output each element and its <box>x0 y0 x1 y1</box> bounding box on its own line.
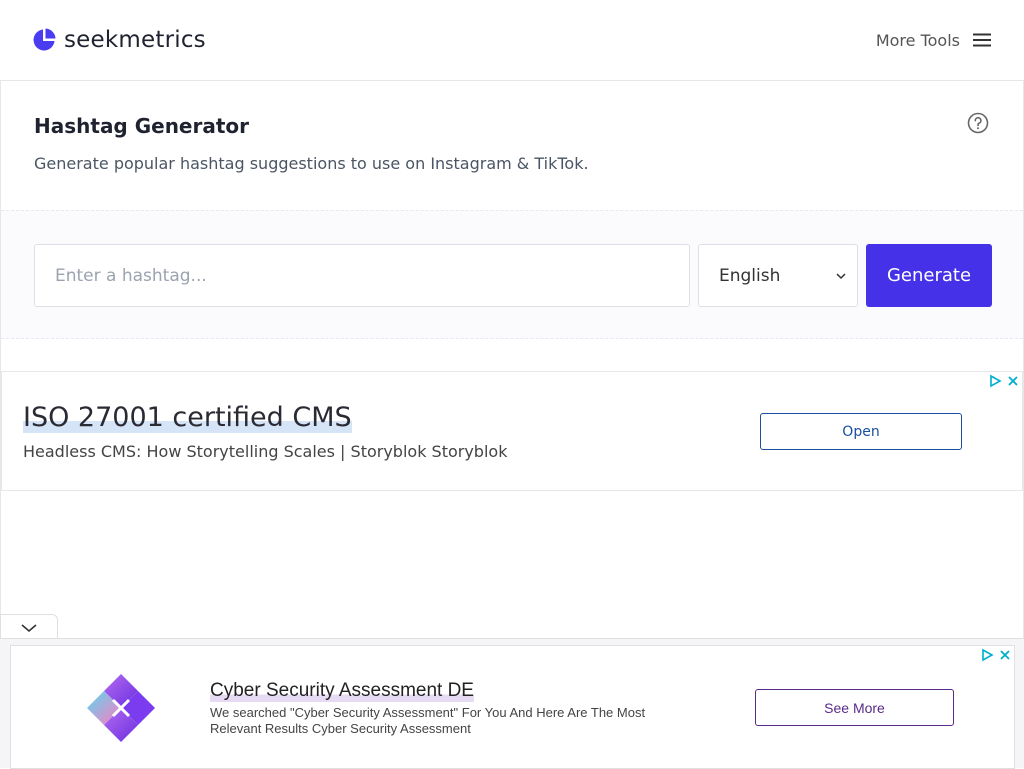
close-icon[interactable] <box>998 648 1012 662</box>
generate-button[interactable]: Generate <box>866 244 992 307</box>
ad-controls <box>988 374 1020 388</box>
page-subtitle: Generate popular hashtag suggestions to … <box>34 154 589 173</box>
page-title: Hashtag Generator <box>34 114 250 138</box>
ad-open-button[interactable]: Open <box>760 413 962 450</box>
ad-banner-top[interactable]: ISO 27001 certified CMS Headless CMS: Ho… <box>1 371 1023 491</box>
brand-logo[interactable]: seekmetrics <box>32 27 206 53</box>
adchoices-icon[interactable] <box>980 648 994 662</box>
ad-see-more-button[interactable]: See More <box>755 689 954 726</box>
hashtag-generator-card: Hashtag Generator Generate popular hasht… <box>0 80 1024 640</box>
pie-chart-icon <box>33 28 56 51</box>
chevron-down-icon <box>836 272 846 279</box>
ad-description: Headless CMS: How Storytelling Scales | … <box>23 442 508 461</box>
language-selected-value: English <box>719 265 781 286</box>
ad-headline[interactable]: Cyber Security Assessment DE <box>210 680 474 702</box>
brand-name: seekmetrics <box>64 27 206 53</box>
adchoices-icon[interactable] <box>988 374 1002 388</box>
sticky-ad-bar: Cyber Security Assessment DE We searched… <box>0 638 1024 769</box>
advertiser-logo[interactable] <box>86 672 156 746</box>
hashtag-input[interactable] <box>34 244 690 307</box>
site-header: seekmetrics More Tools <box>0 0 1024 81</box>
more-tools-menu[interactable]: More Tools <box>876 31 992 50</box>
more-tools-label: More Tools <box>875 30 960 50</box>
collapse-ad-tab[interactable] <box>0 614 58 640</box>
language-select[interactable]: English <box>698 244 858 307</box>
close-icon[interactable] <box>1006 374 1020 388</box>
ad-headline[interactable]: ISO 27001 certified CMS <box>23 402 352 433</box>
chevron-down-icon <box>21 623 37 632</box>
ad-description: We searched "Cyber Security Assessment" … <box>210 705 646 736</box>
tool-heading: Hashtag Generator Generate popular hasht… <box>34 114 990 173</box>
hamburger-icon <box>973 33 991 47</box>
ad-controls <box>980 648 1012 662</box>
hashtag-form: English Generate <box>1 210 1023 339</box>
ad-banner-bottom[interactable]: Cyber Security Assessment DE We searched… <box>10 645 1015 769</box>
question-circle-icon[interactable] <box>967 112 989 138</box>
